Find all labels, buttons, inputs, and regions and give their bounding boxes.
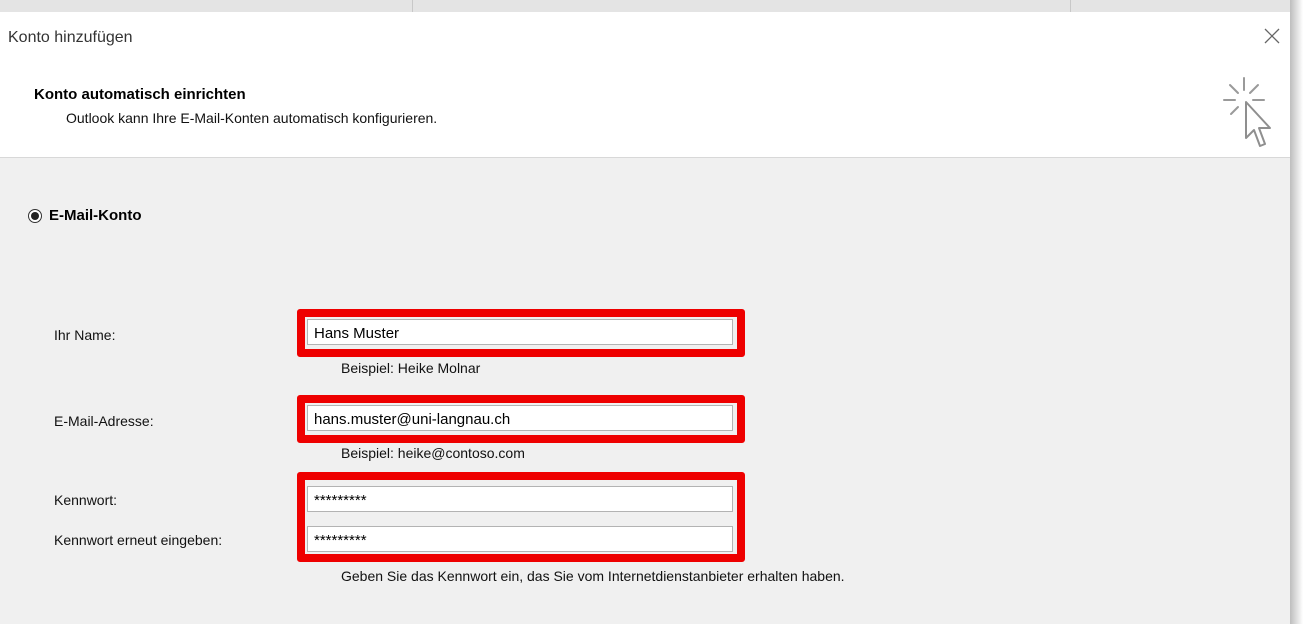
email-highlight-box — [297, 395, 745, 443]
background-window-strip — [0, 0, 1290, 12]
name-label: Ihr Name: — [54, 327, 116, 343]
name-highlight-box — [297, 309, 745, 357]
close-icon — [1264, 28, 1280, 44]
header-subtitle: Outlook kann Ihre E-Mail-Konten automati… — [66, 110, 438, 126]
wizard-cursor-icon — [1223, 77, 1271, 147]
email-account-radio[interactable] — [28, 208, 42, 223]
password-highlight-box — [297, 472, 745, 562]
title-bar: Konto hinzufügen — [0, 12, 1290, 56]
window-shadow — [1290, 0, 1303, 624]
email-label: E-Mail-Adresse: — [54, 413, 154, 429]
email-account-label: E-Mail-Konto — [49, 207, 142, 224]
add-account-dialog: Konto hinzufügen Konto automatisch einri… — [0, 12, 1290, 624]
password-hint: Geben Sie das Kennwort ein, das Sie vom … — [341, 568, 845, 584]
window-title: Konto hinzufügen — [8, 29, 133, 46]
strip-divider — [1070, 0, 1071, 12]
header-title: Konto automatisch einrichten — [34, 86, 246, 103]
name-hint: Beispiel: Heike Molnar — [341, 360, 481, 376]
password-label: Kennwort: — [54, 492, 118, 508]
dialog-header: Konto automatisch einrichten Outlook kan… — [0, 56, 1290, 158]
email-hint: Beispiel: heike@contoso.com — [341, 445, 525, 461]
radio-selected-dot — [31, 211, 39, 220]
close-button[interactable] — [1258, 22, 1286, 50]
strip-divider — [412, 0, 413, 12]
email-account-option[interactable]: E-Mail-Konto — [28, 207, 141, 224]
password-confirm-label: Kennwort erneut eingeben: — [54, 532, 223, 548]
